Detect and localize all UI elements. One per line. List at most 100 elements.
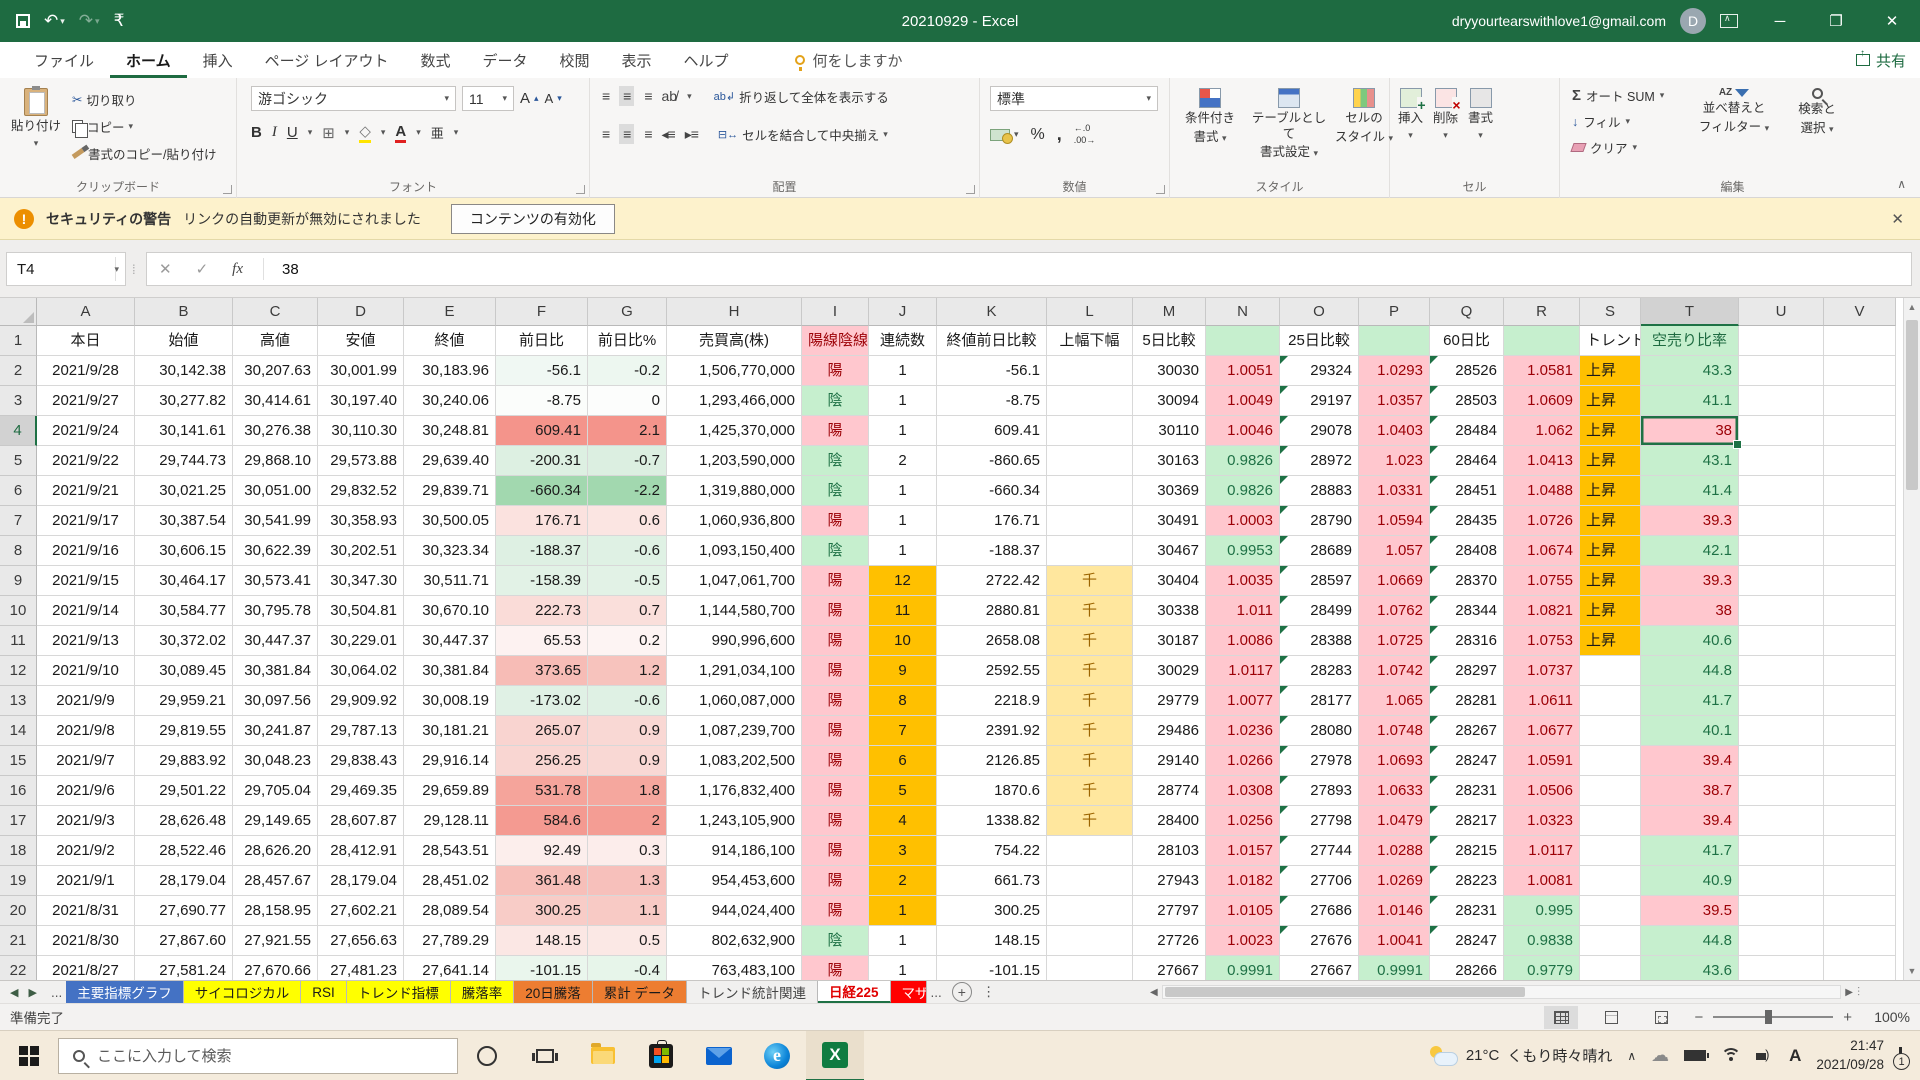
cell-T4[interactable]: 38 (1641, 416, 1739, 446)
cell-F2[interactable]: -56.1 (496, 356, 588, 386)
column-header-V[interactable]: V (1824, 298, 1896, 326)
cell-M12[interactable]: 30029 (1133, 656, 1206, 686)
cell-F16[interactable]: 531.78 (496, 776, 588, 806)
cell-I5[interactable]: 陰 (802, 446, 869, 476)
cell-P21[interactable]: 1.0041 (1359, 926, 1430, 956)
cell-K18[interactable]: 754.22 (937, 836, 1047, 866)
cell-S12[interactable] (1580, 656, 1641, 686)
cell-M9[interactable]: 30404 (1133, 566, 1206, 596)
cell-D22[interactable]: 27,481.23 (318, 956, 404, 980)
cell-G20[interactable]: 1.1 (588, 896, 667, 926)
cell-B3[interactable]: 30,277.82 (135, 386, 233, 416)
cell-I22[interactable]: 陽 (802, 956, 869, 980)
cell-M2[interactable]: 30030 (1133, 356, 1206, 386)
cell-A9[interactable]: 2021/9/15 (37, 566, 135, 596)
cell-M15[interactable]: 29140 (1133, 746, 1206, 776)
clipboard-dialog-launcher[interactable] (223, 185, 232, 194)
cell-C6[interactable]: 30,051.00 (233, 476, 318, 506)
cell-A17[interactable]: 2021/9/3 (37, 806, 135, 836)
cell-N10[interactable]: 1.011 (1206, 596, 1280, 626)
vertical-scroll-thumb[interactable] (1906, 320, 1918, 490)
cell-O21[interactable]: 27676 (1280, 926, 1359, 956)
cell-J13[interactable]: 8 (869, 686, 937, 716)
cell-P14[interactable]: 1.0748 (1359, 716, 1430, 746)
cell-B9[interactable]: 30,464.17 (135, 566, 233, 596)
orientation-button[interactable]: ab̸ (662, 88, 678, 104)
cell-U15[interactable] (1739, 746, 1824, 776)
cell-N19[interactable]: 1.0182 (1206, 866, 1280, 896)
cell-D10[interactable]: 30,504.81 (318, 596, 404, 626)
cell-L21[interactable] (1047, 926, 1133, 956)
cell-E6[interactable]: 29,839.71 (404, 476, 496, 506)
cell-S20[interactable] (1580, 896, 1641, 926)
cell-N20[interactable]: 1.0105 (1206, 896, 1280, 926)
cell-U1[interactable] (1739, 326, 1824, 356)
cell-G8[interactable]: -0.6 (588, 536, 667, 566)
cell-C1[interactable]: 高値 (233, 326, 318, 356)
cell-V19[interactable] (1824, 866, 1896, 896)
cell-A4[interactable]: 2021/9/24 (37, 416, 135, 446)
cell-O15[interactable]: 27978 (1280, 746, 1359, 776)
sheet-tab-8[interactable]: 日経225 (818, 981, 891, 1003)
cell-C5[interactable]: 29,868.10 (233, 446, 318, 476)
cell-B1[interactable]: 始値 (135, 326, 233, 356)
column-header-N[interactable]: N (1206, 298, 1280, 326)
formula-input[interactable]: ✕ ✓ fx 38 (146, 252, 1912, 286)
cell-E14[interactable]: 30,181.21 (404, 716, 496, 746)
cell-B18[interactable]: 28,522.46 (135, 836, 233, 866)
cell-J15[interactable]: 6 (869, 746, 937, 776)
cell-E1[interactable]: 終値 (404, 326, 496, 356)
align-bottom-button[interactable]: ≡ (644, 88, 651, 104)
row-header-1[interactable]: 1 (0, 326, 37, 356)
cell-B4[interactable]: 30,141.61 (135, 416, 233, 446)
decrease-font-button[interactable]: A▾ (545, 91, 562, 106)
cell-J22[interactable]: 1 (869, 956, 937, 980)
cell-K21[interactable]: 148.15 (937, 926, 1047, 956)
cell-O8[interactable]: 28689 (1280, 536, 1359, 566)
number-dialog-launcher[interactable] (1156, 185, 1165, 194)
align-middle-button[interactable]: ≡ (619, 86, 634, 106)
row-header-4[interactable]: 4 (0, 416, 37, 446)
cell-M21[interactable]: 27726 (1133, 926, 1206, 956)
cell-S3[interactable]: 上昇 (1580, 386, 1641, 416)
cell-S14[interactable] (1580, 716, 1641, 746)
cell-D15[interactable]: 29,838.43 (318, 746, 404, 776)
cell-I21[interactable]: 陰 (802, 926, 869, 956)
cell-H20[interactable]: 944,024,400 (667, 896, 802, 926)
cell-U16[interactable] (1739, 776, 1824, 806)
cell-T22[interactable]: 43.6 (1641, 956, 1739, 980)
menu-tab-3[interactable]: ページ レイアウト (249, 42, 405, 78)
cell-L22[interactable] (1047, 956, 1133, 980)
cell-E11[interactable]: 30,447.37 (404, 626, 496, 656)
cell-B19[interactable]: 28,179.04 (135, 866, 233, 896)
sheet-tab-5[interactable]: 20日騰落 (514, 981, 593, 1003)
cell-Q10[interactable]: 28344 (1430, 596, 1504, 626)
cell-G9[interactable]: -0.5 (588, 566, 667, 596)
cell-H19[interactable]: 954,453,600 (667, 866, 802, 896)
column-header-A[interactable]: A (37, 298, 135, 326)
row-header-18[interactable]: 18 (0, 836, 37, 866)
cell-H6[interactable]: 1,319,880,000 (667, 476, 802, 506)
cell-L1[interactable]: 上幅下幅 (1047, 326, 1133, 356)
bold-button[interactable]: B (251, 124, 262, 141)
cell-D6[interactable]: 29,832.52 (318, 476, 404, 506)
edge-button[interactable]: e (748, 1031, 806, 1080)
row-header-14[interactable]: 14 (0, 716, 37, 746)
cell-C19[interactable]: 28,457.67 (233, 866, 318, 896)
cell-J3[interactable]: 1 (869, 386, 937, 416)
cell-L2[interactable] (1047, 356, 1133, 386)
cell-P20[interactable]: 1.0146 (1359, 896, 1430, 926)
cell-L12[interactable]: 千 (1047, 656, 1133, 686)
cell-E9[interactable]: 30,511.71 (404, 566, 496, 596)
cell-P12[interactable]: 1.0742 (1359, 656, 1430, 686)
cell-A2[interactable]: 2021/9/28 (37, 356, 135, 386)
cell-G19[interactable]: 1.3 (588, 866, 667, 896)
row-header-9[interactable]: 9 (0, 566, 37, 596)
cell-Q3[interactable]: 28503 (1430, 386, 1504, 416)
cell-I19[interactable]: 陽 (802, 866, 869, 896)
sheet-tab-3[interactable]: トレンド指標 (347, 981, 451, 1003)
cell-C8[interactable]: 30,622.39 (233, 536, 318, 566)
cell-U7[interactable] (1739, 506, 1824, 536)
row-header-6[interactable]: 6 (0, 476, 37, 506)
view-page-layout-button[interactable] (1594, 1006, 1628, 1029)
